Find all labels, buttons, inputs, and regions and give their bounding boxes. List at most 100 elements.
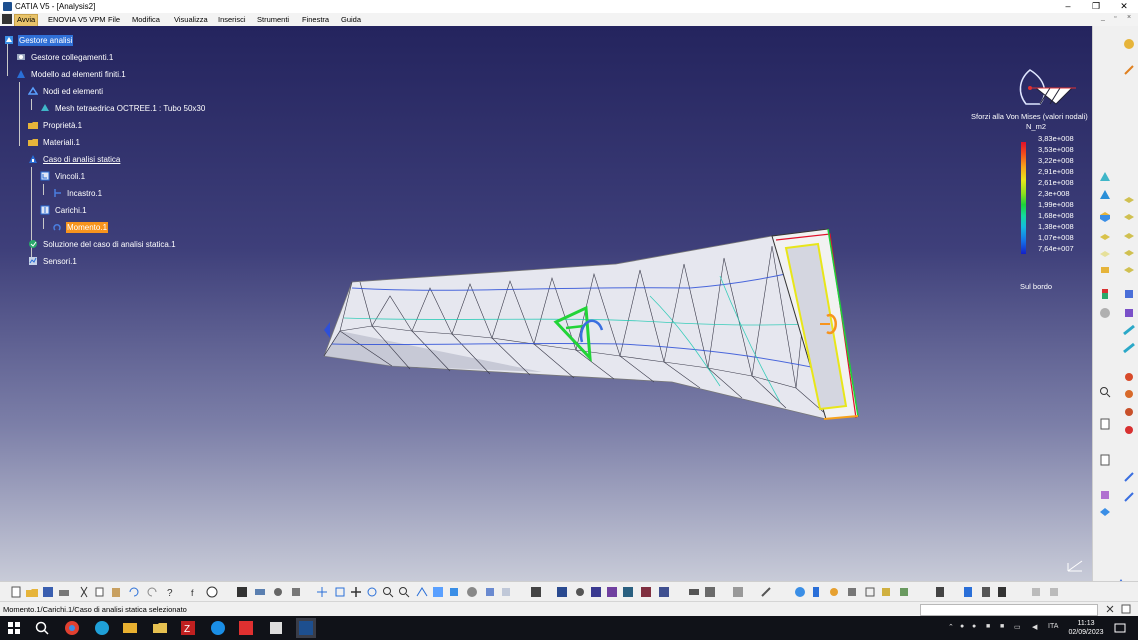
octree-mesh-icon[interactable]	[1099, 189, 1111, 201]
menu-visualizza[interactable]: Visualizza	[172, 14, 210, 25]
paste-icon[interactable]	[110, 586, 122, 598]
help-icon[interactable]: ?	[164, 586, 176, 598]
mesh-view-icon[interactable]	[898, 586, 910, 598]
maximize-button[interactable]: ❐	[1082, 0, 1110, 13]
iso-view-icon[interactable]	[448, 586, 460, 598]
report-tool-icon[interactable]	[934, 586, 946, 598]
load-tool-icon[interactable]	[1099, 264, 1111, 276]
close-button[interactable]: ✕	[1110, 0, 1138, 13]
undo-icon[interactable]	[128, 586, 140, 598]
analysis-icon[interactable]	[272, 586, 284, 598]
zoom-in-icon[interactable]	[382, 586, 394, 598]
workbench-icon[interactable]	[1123, 38, 1135, 50]
copy-icon[interactable]	[94, 586, 106, 598]
cube-icon[interactable]	[1123, 307, 1135, 319]
tray-app-icon[interactable]: ●	[960, 623, 964, 630]
compute-icon[interactable]	[1099, 288, 1111, 300]
fly-icon[interactable]	[316, 586, 328, 598]
analysis-icon[interactable]	[290, 586, 302, 598]
minimize-button[interactable]: –	[1054, 0, 1082, 13]
doc-restore-button[interactable]: ▫	[1114, 14, 1116, 21]
report-icon[interactable]	[1099, 418, 1111, 430]
fit-all-icon[interactable]	[334, 586, 346, 598]
pan-icon[interactable]	[350, 586, 362, 598]
new-file-icon[interactable]	[10, 586, 22, 598]
search-icon[interactable]	[34, 620, 50, 636]
cut-plane-icon[interactable]	[704, 586, 716, 598]
comment-icon[interactable]	[206, 586, 218, 598]
table-icon[interactable]	[236, 586, 248, 598]
rotate-icon[interactable]	[366, 586, 378, 598]
catia-taskbar-icon[interactable]	[296, 618, 316, 638]
menu-enovia[interactable]: ENOVIA V5 VPM	[46, 14, 108, 25]
hide-show-icon[interactable]	[484, 586, 496, 598]
image-tool-icon[interactable]	[590, 586, 602, 598]
mesh-view-icon[interactable]	[810, 586, 822, 598]
mesh-tool-icon[interactable]	[1099, 171, 1111, 183]
filezilla-icon[interactable]: Z	[180, 620, 196, 636]
layer-icon[interactable]	[1123, 264, 1135, 276]
exit-icon[interactable]	[1123, 64, 1135, 76]
property-icon[interactable]	[1099, 211, 1111, 223]
layer-icon[interactable]	[1123, 194, 1135, 206]
command-icon[interactable]	[1120, 603, 1132, 615]
mail-icon[interactable]	[122, 620, 138, 636]
mesh-view-icon[interactable]	[846, 586, 858, 598]
tray-app-icon[interactable]: ■	[1000, 623, 1004, 630]
doc-close-button[interactable]: ×	[1127, 14, 1131, 21]
deform-icon[interactable]	[1123, 324, 1135, 336]
mesh-view-icon[interactable]	[880, 586, 892, 598]
chrome-icon[interactable]	[64, 620, 80, 636]
menu-strumenti[interactable]: Strumenti	[255, 14, 291, 25]
network-icon[interactable]: ▭	[1014, 623, 1021, 631]
viewport-3d[interactable]: Gestore analisi Gestore collegamenti.1 M…	[0, 26, 1092, 581]
image-icon[interactable]	[1123, 388, 1135, 400]
disabled-tool-icon[interactable]	[1048, 586, 1060, 598]
tray-app-icon[interactable]: ●	[972, 623, 976, 630]
analysis-tool-icon[interactable]	[1099, 506, 1111, 518]
extremum-icon[interactable]	[732, 586, 744, 598]
swap-icon[interactable]	[500, 586, 512, 598]
shading-icon[interactable]	[466, 586, 478, 598]
files-icon[interactable]	[268, 620, 284, 636]
restraint-tool-icon[interactable]	[1099, 247, 1111, 259]
report-icon[interactable]	[1099, 454, 1111, 466]
animate-icon[interactable]	[688, 586, 700, 598]
mesh-model[interactable]	[0, 26, 1092, 581]
material-icon[interactable]	[1099, 230, 1111, 242]
image-icon[interactable]	[1123, 406, 1135, 418]
language-indicator[interactable]: ITA	[1048, 623, 1058, 630]
image-tool-icon[interactable]	[622, 586, 634, 598]
notifications-icon[interactable]	[1112, 620, 1128, 636]
cube-icon[interactable]	[1123, 288, 1135, 300]
analysis-icon[interactable]	[254, 586, 266, 598]
menu-inserisci[interactable]: Inserisci	[216, 14, 248, 25]
edge-icon[interactable]	[94, 620, 110, 636]
normal-view-icon[interactable]	[416, 586, 428, 598]
zoom-icon[interactable]	[1099, 386, 1111, 398]
multi-view-icon[interactable]	[432, 586, 444, 598]
save-icon[interactable]	[42, 586, 54, 598]
image-icon[interactable]	[1123, 371, 1135, 383]
report-tool-icon[interactable]	[980, 586, 992, 598]
menu-guida[interactable]: Guida	[339, 14, 363, 25]
start-icon[interactable]	[6, 620, 22, 636]
catia-menu-icon[interactable]	[2, 14, 12, 24]
layer-icon[interactable]	[1123, 230, 1135, 242]
image-tool-icon[interactable]	[658, 586, 670, 598]
globe-icon[interactable]	[794, 586, 806, 598]
sphere-icon[interactable]	[1099, 307, 1111, 319]
folder-icon[interactable]	[152, 620, 168, 636]
image-tool-icon[interactable]	[556, 586, 568, 598]
tray-arrow-icon[interactable]: ⌃	[948, 623, 954, 631]
von-mises-legend[interactable]: Sforzi alla Von Mises (valori nodali) N_…	[968, 110, 1092, 291]
formula-icon[interactable]: f	[190, 586, 202, 598]
mesh-view-icon[interactable]	[864, 586, 876, 598]
doc-minimize-button[interactable]: _	[1101, 14, 1105, 21]
report-tool-icon[interactable]	[996, 586, 1008, 598]
sensor-tool-icon[interactable]	[1123, 491, 1135, 503]
menu-modifica[interactable]: Modifica	[130, 14, 162, 25]
clear-icon[interactable]	[1104, 603, 1116, 615]
clock[interactable]: 11:13 02/09/2023	[1068, 619, 1104, 637]
image-tool-icon[interactable]	[574, 586, 586, 598]
